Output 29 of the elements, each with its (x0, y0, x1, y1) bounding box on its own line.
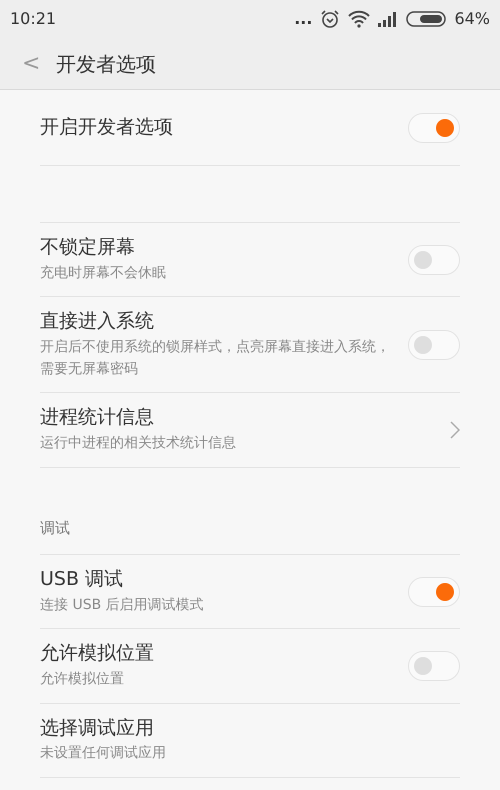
toggle-switch[interactable] (408, 650, 460, 681)
back-button[interactable]: < (22, 47, 38, 80)
setting-description: 未设置任何调试应用 (40, 744, 167, 764)
setting-description: 连接 USB 后启用调试模式 (40, 596, 205, 614)
signal-icon (378, 11, 398, 27)
page-title: 开发者选项 (56, 50, 156, 78)
setting-title: USB 调试 (40, 566, 124, 592)
chevron-right-icon (450, 421, 460, 440)
setting-title: 直接进入系统 (40, 309, 155, 334)
setting-title: 选择调试应用 (40, 716, 155, 740)
wifi-icon (348, 10, 370, 28)
toggle-switch[interactable] (408, 112, 460, 142)
setting-title: 不锁定屏幕 (40, 235, 136, 260)
setting-title: 允许模拟位置 (40, 641, 155, 666)
section-header: 调试 (40, 518, 70, 540)
battery-icon (406, 11, 446, 27)
toggle-switch[interactable] (408, 330, 460, 360)
setting-description: 开启后不使用系统的锁屏样式，点亮屏幕直接进入系统，需要无屏幕密码 (40, 338, 391, 379)
notification-dots: ... (294, 8, 312, 30)
toggle-switch[interactable] (408, 244, 460, 275)
status-time: 10:21 (10, 8, 56, 30)
toggle-switch[interactable] (408, 576, 460, 606)
battery-percentage: 64% (454, 8, 490, 30)
setting-title: 进程统计信息 (40, 405, 155, 430)
alarm-clock-icon (320, 9, 340, 29)
setting-title: 开启开发者选项 (40, 115, 174, 140)
setting-description: 运行中进程的相关技术统计信息 (40, 434, 237, 454)
setting-description: 充电时屏幕不会休眠 (40, 264, 167, 283)
setting-description: 允许模拟位置 (40, 670, 125, 689)
